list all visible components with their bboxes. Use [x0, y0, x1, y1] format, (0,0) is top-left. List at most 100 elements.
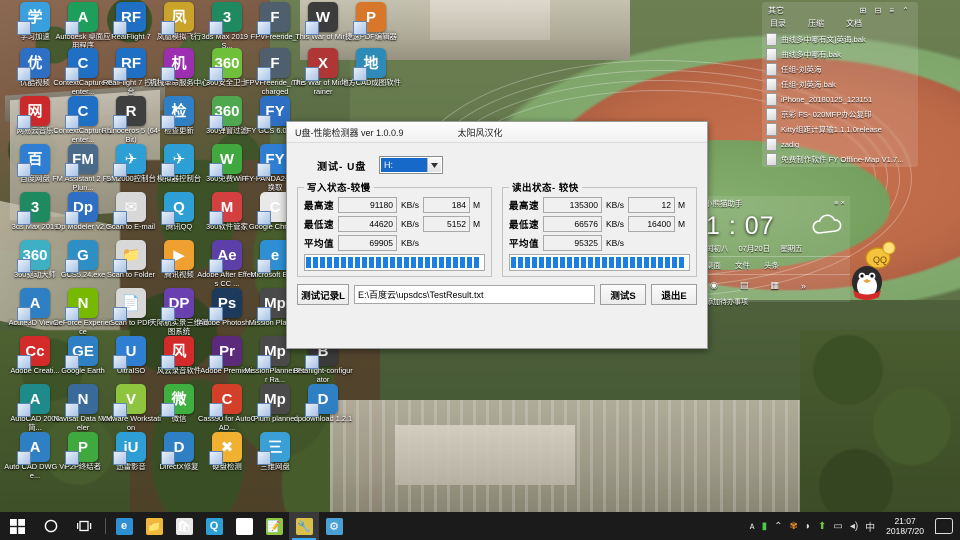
tray-wifi-icon[interactable]: ◗ [805, 521, 811, 532]
clock-widget-shortcut-icon[interactable]: ▤ [740, 280, 749, 291]
desktop-icon-glyph-icon: P [65, 432, 98, 465]
write-avg-label: 平均值 [304, 238, 335, 250]
clock-widget-shortcut-icon[interactable]: ◉ [710, 280, 718, 291]
tray-battery-icon[interactable]: ▮ [762, 521, 768, 532]
file-widget-tab[interactable]: 目录 [770, 18, 786, 29]
taskbar-app-store[interactable]: 🛍 [169, 512, 199, 540]
file-widget-row[interactable]: 任组-刘英海.bak [762, 77, 918, 92]
progress-block [389, 257, 396, 268]
mail-icon: ✉ [235, 517, 253, 535]
task-view-icon[interactable] [68, 512, 102, 540]
file-widget-row[interactable]: 免费制作软件 FY Offline-Map V1.7... [762, 152, 918, 167]
start-test-button[interactable]: 测试S [600, 284, 646, 305]
progress-block [473, 257, 480, 268]
clock-widget-shortcut-icons: ◉ ▤ ▦ » [700, 274, 850, 296]
progress-block [587, 257, 594, 268]
taskbar-clock[interactable]: 21:07 2018/7/20 [882, 516, 928, 536]
log-path-input[interactable]: E:\百度云\upsdcs\TestResult.txt [354, 285, 595, 304]
window-subtitle-localizer: 太阳风汉化 [457, 127, 503, 138]
clock-widget-link[interactable]: 头条 [764, 260, 779, 271]
clock-widget-shortcut-icon[interactable]: » [801, 281, 806, 291]
taskbar-app-settings[interactable]: ⚙ [319, 512, 349, 540]
chevron-down-icon[interactable] [427, 158, 441, 172]
write-max-size-unit: M [472, 199, 481, 210]
desktop-icon-glyph-icon: 微 [161, 384, 194, 417]
file-widget-row[interactable]: 京彩 FS- 020MFP办公复印 [762, 107, 918, 122]
desktop-icon-glyph-icon: A [17, 432, 50, 465]
read-max-size-value: 12 [627, 196, 675, 213]
progress-block [622, 257, 629, 268]
write-max-size-value: 184 [422, 196, 470, 213]
progress-block [629, 257, 636, 268]
clock-widget-menu-icon[interactable]: ≡ × [834, 198, 845, 209]
desktop-icon-glyph-icon: C [209, 384, 242, 417]
clock-widget-footer[interactable]: 添加待办事项 [700, 296, 850, 308]
desktop-clock-widget[interactable]: 小熊猫助手 ≡ × 1 : 07 闰初八 07月20日 星期五 桌面 文件 头条 ◉… [700, 196, 850, 306]
progress-block [517, 257, 524, 268]
desktop-icon[interactable]: P 捷速PDF编辑器 [340, 2, 402, 42]
weather-cloud-icon [810, 211, 844, 241]
file-icon [766, 93, 777, 106]
desktop-icon-glyph-icon: W [209, 144, 242, 177]
tray-update-icon[interactable]: ⬆ [818, 521, 826, 532]
taskbar-app-edge[interactable]: e [109, 512, 139, 540]
start-button-icon[interactable] [0, 512, 34, 540]
tray-display-icon[interactable]: ▭ [833, 521, 842, 532]
file-widget-row[interactable]: 任组-刘英海 [762, 62, 918, 77]
usb-benchmark-window[interactable]: U盘-性能检测器 ver 1.0.0.9 太阳风汉化 测试- U盘 H: 写入状… [286, 121, 708, 349]
taskbar-app-usb-tester[interactable]: 🔧 [289, 512, 319, 540]
file-widget-tab[interactable]: 文档 [846, 18, 862, 29]
qq-penguin-mascot-icon[interactable]: QQ [845, 238, 897, 300]
file-widget-row[interactable]: 曲线多中哪有文]英诲.bak [762, 32, 918, 47]
desktop-icon[interactable]: 地地方CAD成图软件 [340, 48, 402, 88]
clock-widget-link[interactable]: 文件 [735, 260, 750, 271]
drive-select-dropdown[interactable]: H: [379, 156, 443, 174]
taskbar-app-mail[interactable]: ✉ [229, 512, 259, 540]
exit-button[interactable]: 退出E [651, 284, 697, 305]
tray-volume-icon[interactable]: ◂) [850, 521, 858, 532]
window-title-bar[interactable]: U盘-性能检测器 ver 1.0.0.9 太阳风汉化 [287, 122, 707, 143]
progress-block [466, 257, 473, 268]
search-icon[interactable] [34, 512, 68, 540]
windows-taskbar[interactable]: e 📁 🛍 Q ✉ 📝 🔧 ⚙ ᴀ ▮ ⌃ ✾ ◗ ⬆ ▭ ◂) 中 21:07 2018/7… [0, 512, 960, 540]
progress-block [396, 257, 403, 268]
write-progress-bar [304, 254, 485, 271]
file-widget-row[interactable]: Kitty组距计算输1.1.1.0release [762, 122, 918, 137]
tray-color-icon[interactable]: ✾ [790, 521, 798, 532]
desktop-icon[interactable]: Ddpdownload 1.2.1 [292, 384, 354, 424]
desktop-icon-glyph-icon: ✈ [161, 144, 194, 177]
taskbar-app-file-explorer[interactable]: 📁 [139, 512, 169, 540]
clock-widget-link[interactable]: 桌面 [706, 260, 721, 271]
desktop-icon-glyph-icon: 百 [17, 144, 50, 177]
desktop-icon[interactable]: 三三维网盘 [244, 432, 306, 472]
clock-widget-date-row: 闰初八 07月20日 星期五 [700, 241, 850, 256]
desktop-icon-glyph-icon: 机 [161, 48, 194, 81]
file-explorer-icon: 📁 [145, 517, 163, 535]
file-widget-row[interactable]: 曲线多中哪有.bak [762, 47, 918, 62]
tray-chevron-up-icon[interactable]: ⌃ [774, 521, 782, 532]
tray-accessibility-icon[interactable]: ᴀ [750, 521, 755, 532]
progress-block [445, 257, 452, 268]
desktop-icon-glyph-icon: Cc [17, 336, 50, 369]
read-max-speed-unit: KB/s [606, 199, 624, 210]
taskbar-app-notepad[interactable]: 📝 [259, 512, 289, 540]
write-avg-speed-value: 69905 [338, 234, 397, 251]
clock-widget-shortcut-icon[interactable]: ▦ [770, 280, 779, 291]
file-name: 任组-刘英海 [781, 65, 822, 74]
file-widget-tab[interactable]: 压缩 [808, 18, 824, 29]
file-name: iPhone_20180125_123151 [781, 95, 873, 104]
file-widget-row[interactable]: iPhone_20180125_123151 [762, 92, 918, 107]
test-log-button[interactable]: 测试记录L [297, 284, 349, 305]
action-center-icon[interactable] [935, 518, 953, 534]
taskbar-app-qq-browser[interactable]: Q [199, 512, 229, 540]
desktop-icon-glyph-icon: A [65, 2, 98, 35]
file-widget-controls-icon[interactable]: ⊞ ⊟ ≡ ⌃ [860, 6, 912, 15]
drive-select-value: H: [381, 158, 427, 172]
desktop-icon-glyph-icon: GE [65, 336, 98, 369]
desktop-file-list-widget[interactable]: 其它 ⊞ ⊟ ≡ ⌃ 目录 压缩 文档 曲线多中哪有文]英诲.bak 曲线多中哪有.b… [762, 2, 918, 167]
tray-ime-icon[interactable]: 中 [865, 519, 875, 534]
file-widget-header: 其它 ⊞ ⊟ ≡ ⌃ [762, 2, 918, 17]
progress-block [403, 257, 410, 268]
progress-block [452, 257, 459, 268]
file-widget-row[interactable]: zadig [762, 137, 918, 152]
